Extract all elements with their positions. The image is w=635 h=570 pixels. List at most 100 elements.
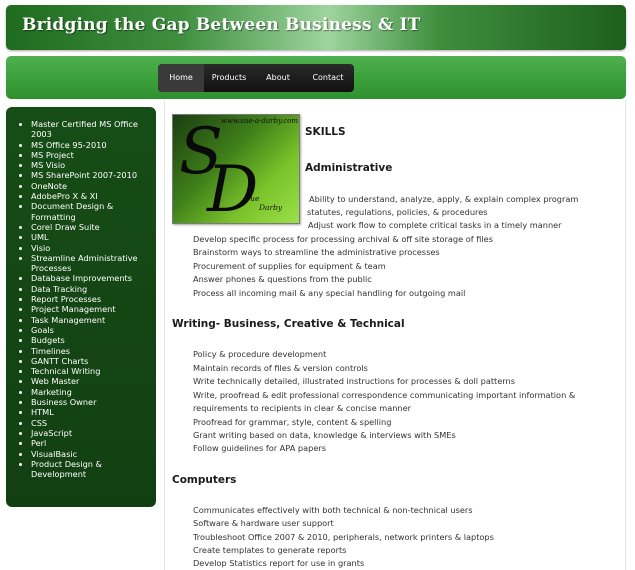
computers-heading: Computers: [172, 474, 237, 486]
sidebar-skill-label: Processes: [31, 263, 72, 274]
sidebar-skill-item[interactable]: Business Owner: [31, 397, 151, 407]
main-nav: Home Products About Contact: [158, 64, 354, 92]
sidebar-skill-label: Database Improvements: [31, 273, 133, 284]
sidebar-skill-label: Marketing: [31, 386, 72, 397]
sidebar-skill-item[interactable]: Timelines: [31, 346, 151, 356]
sidebar-skill-label: MS SharePoint 2007-2010: [31, 170, 138, 181]
sidebar-skill-item[interactable]: Task Management: [31, 315, 151, 325]
sidebar-skill-item[interactable]: Master Certified MS Office2003: [31, 119, 151, 140]
sidebar-skill-label: Task Management: [31, 314, 106, 325]
sidebar-skill-item[interactable]: Database Improvements: [31, 273, 151, 283]
sidebar-skill-item[interactable]: MS SharePoint 2007-2010: [31, 170, 151, 180]
sidebar-skill-label: Timelines: [31, 345, 71, 356]
admin-heading: Administrative: [305, 162, 393, 174]
sidebar-skill-label: Web Master: [31, 376, 80, 387]
sidebar-skill-item[interactable]: Budgets: [31, 335, 151, 345]
sidebar-skill-label: 2003: [31, 129, 52, 140]
nav-products[interactable]: Products: [204, 64, 254, 92]
site-header: Bridging the Gap Between Business & IT: [6, 5, 626, 50]
sidebar-skill-item[interactable]: Streamline AdministrativeProcesses: [31, 253, 151, 274]
sidebar-skill-item[interactable]: Corel Draw Suite: [31, 222, 151, 232]
sidebar-skill-label: MS Office 95-2010: [31, 139, 107, 150]
admin-line: Brainstorm ways to streamline the admini…: [193, 247, 440, 257]
admin-line: statutes, regulations, policies, & proce…: [307, 207, 488, 217]
sidebar-skill-item[interactable]: Web Master: [31, 376, 151, 386]
sidebar-skill-label: OneNote: [31, 180, 68, 191]
sidebar-skill-item[interactable]: Technical Writing: [31, 366, 151, 376]
site-title: Bridging the Gap Between Business & IT: [22, 15, 421, 35]
sidebar-skill-label: Visio: [31, 242, 51, 253]
sidebar-skill-label: Budgets: [31, 335, 65, 346]
computers-line: Software & hardware user support: [193, 518, 334, 528]
sidebar-skill-label: MS Visio: [31, 160, 66, 171]
sidebar-skill-item[interactable]: OneNote: [31, 181, 151, 191]
sidebar-skill-label: Project Management: [31, 304, 116, 315]
sidebar-skill-label: Report Processes: [31, 294, 102, 305]
sidebar-skill-item[interactable]: JavaScript: [31, 428, 151, 438]
sidebar-skill-label: HTML: [31, 407, 54, 418]
sidebar-skill-label: VisualBasic: [31, 448, 78, 459]
sidebar-skill-label: Technical Writing: [31, 366, 101, 377]
sidebar-skill-item[interactable]: Product Design &Development: [31, 459, 151, 480]
skills-list: Master Certified MS Office2003MS Office …: [6, 119, 151, 479]
sidebar-skill-label: Goals: [31, 324, 54, 335]
skills-sidebar: Master Certified MS Office2003MS Office …: [6, 107, 156, 507]
sidebar-skill-label: Business Owner: [31, 397, 97, 408]
writing-line: Write, proofread & edit professional cor…: [193, 390, 576, 400]
sidebar-skill-item[interactable]: GANTT Charts: [31, 356, 151, 366]
sue-darby-logo: www.sue-a-darby.com S D Sue Darby: [172, 114, 300, 224]
sidebar-skill-item[interactable]: MS Visio: [31, 160, 151, 170]
sidebar-skill-item[interactable]: AdobePro X & XI: [31, 191, 151, 201]
sidebar-skill-item[interactable]: HTML: [31, 407, 151, 417]
sidebar-skill-item[interactable]: Perl: [31, 438, 151, 448]
writing-line: Policy & procedure development: [193, 349, 327, 359]
admin-line: Procurement of supplies for equipment & …: [193, 261, 386, 271]
sidebar-skill-label: Development: [31, 469, 87, 480]
writing-line: Proofread for grammar, style, content & …: [193, 417, 392, 427]
admin-line: Develop specific process for processing …: [193, 234, 493, 244]
sidebar-skill-label: UML: [31, 232, 49, 243]
computers-line: Create templates to generate reports: [193, 545, 347, 555]
sidebar-skill-item[interactable]: Visio: [31, 243, 151, 253]
writing-line: Follow guidelines for APA papers: [193, 443, 326, 453]
sidebar-skill-label: CSS: [31, 417, 48, 428]
writing-line: Grant writing based on data, knowledge &…: [193, 430, 456, 440]
sidebar-skill-item[interactable]: Document Design &Formatting: [31, 201, 151, 222]
sidebar-skill-label: Document Design &: [31, 201, 114, 212]
logo-last-name: Darby: [259, 203, 283, 212]
sidebar-skill-item[interactable]: Marketing: [31, 387, 151, 397]
writing-line: Write technically detailed, illustrated …: [193, 376, 515, 386]
admin-line: Ability to understand, analyze, apply, &…: [309, 194, 579, 204]
sidebar-skill-label: Master Certified MS Office: [31, 119, 138, 129]
sidebar-skill-item[interactable]: UML: [31, 232, 151, 242]
sidebar-skill-item[interactable]: Goals: [31, 325, 151, 335]
sidebar-skill-item[interactable]: Report Processes: [31, 294, 151, 304]
computers-line: Communicates effectively with both techn…: [193, 505, 473, 515]
writing-line: Maintain records of files & version cont…: [193, 363, 368, 373]
admin-line: Answer phones & questions from the publi…: [193, 274, 372, 284]
sidebar-skill-item[interactable]: Data Tracking: [31, 284, 151, 294]
nav-home[interactable]: Home: [158, 64, 204, 92]
computers-line: Troubleshoot Office 2007 & 2010, periphe…: [193, 532, 494, 542]
computers-line: Develop Statistics report for use in gra…: [193, 558, 365, 568]
sidebar-skill-label: AdobePro X & XI: [31, 191, 98, 202]
sidebar-skill-item[interactable]: Project Management: [31, 304, 151, 314]
sidebar-skill-label: Perl: [31, 438, 47, 449]
admin-line: Process all incoming mail & any special …: [193, 288, 466, 298]
sidebar-skill-item[interactable]: MS Office 95-2010: [31, 140, 151, 150]
sidebar-skill-label: Corel Draw Suite: [31, 221, 100, 232]
logo-letter-d: D: [207, 153, 259, 224]
logo-first-name: Sue: [245, 194, 260, 203]
sidebar-skill-label: JavaScript: [31, 427, 73, 438]
nav-about[interactable]: About: [254, 64, 302, 92]
sidebar-skill-item[interactable]: CSS: [31, 418, 151, 428]
sidebar-skill-label: Formatting: [31, 211, 76, 222]
sidebar-skill-label: Data Tracking: [31, 283, 88, 294]
nav-contact[interactable]: Contact: [302, 64, 354, 92]
sidebar-skill-label: Streamline Administrative: [31, 252, 138, 263]
sidebar-skill-item[interactable]: VisualBasic: [31, 449, 151, 459]
sidebar-skill-item[interactable]: MS Project: [31, 150, 151, 160]
writing-line: requirements to recipients in clear & co…: [193, 403, 411, 413]
logo-url: www.sue-a-darby.com: [221, 117, 299, 125]
nav-band: Home Products About Contact: [6, 56, 626, 99]
